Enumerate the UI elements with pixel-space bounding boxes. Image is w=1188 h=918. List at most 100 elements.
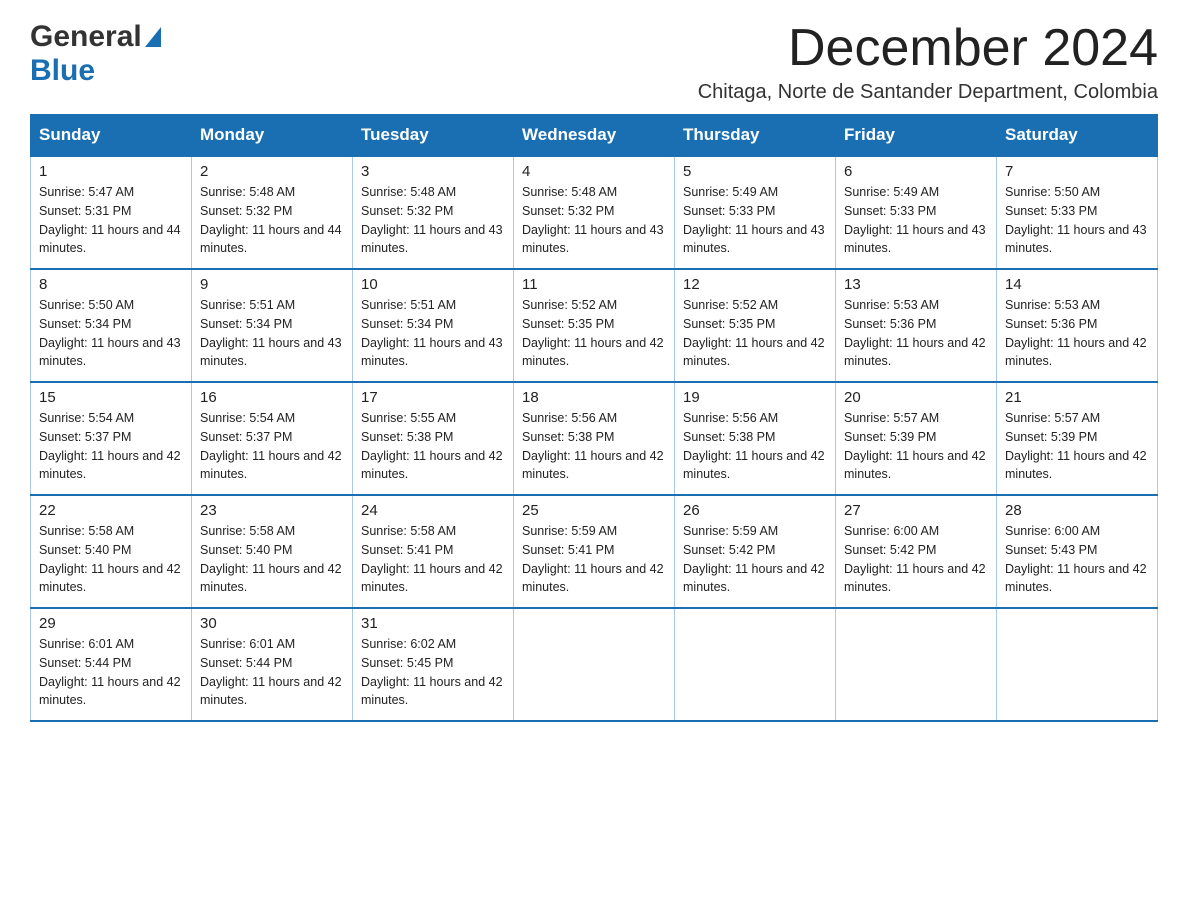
day-number: 12	[683, 276, 827, 293]
day-number: 8	[39, 276, 183, 293]
day-number: 3	[361, 163, 505, 180]
calendar-day-cell: 21 Sunrise: 5:57 AMSunset: 5:39 PMDayligh…	[997, 382, 1158, 495]
calendar-day-cell: 15 Sunrise: 5:54 AMSunset: 5:37 PMDayligh…	[31, 382, 192, 495]
calendar-day-cell: 23 Sunrise: 5:58 AMSunset: 5:40 PMDayligh…	[192, 495, 353, 608]
calendar-week-row: 29 Sunrise: 6:01 AMSunset: 5:44 PMDayligh…	[31, 608, 1158, 721]
day-info: Sunrise: 5:58 AMSunset: 5:40 PMDaylight:…	[200, 522, 344, 597]
day-number: 22	[39, 502, 183, 519]
calendar-day-cell: 8 Sunrise: 5:50 AMSunset: 5:34 PMDaylight…	[31, 269, 192, 382]
calendar-day-cell	[836, 608, 997, 721]
calendar-day-header: Sunday	[31, 115, 192, 157]
day-info: Sunrise: 5:52 AMSunset: 5:35 PMDaylight:…	[522, 296, 666, 371]
day-number: 24	[361, 502, 505, 519]
day-info: Sunrise: 5:54 AMSunset: 5:37 PMDaylight:…	[39, 409, 183, 484]
calendar-day-cell: 29 Sunrise: 6:01 AMSunset: 5:44 PMDayligh…	[31, 608, 192, 721]
day-info: Sunrise: 5:57 AMSunset: 5:39 PMDaylight:…	[1005, 409, 1149, 484]
day-info: Sunrise: 5:50 AMSunset: 5:34 PMDaylight:…	[39, 296, 183, 371]
day-number: 2	[200, 163, 344, 180]
day-number: 1	[39, 163, 183, 180]
day-info: Sunrise: 5:59 AMSunset: 5:41 PMDaylight:…	[522, 522, 666, 597]
calendar-day-cell: 26Sunrise: 5:59 AMSunset: 5:42 PMDayligh…	[675, 495, 836, 608]
day-number: 31	[361, 615, 505, 632]
calendar-day-cell: 19 Sunrise: 5:56 AMSunset: 5:38 PMDayligh…	[675, 382, 836, 495]
day-number: 9	[200, 276, 344, 293]
day-number: 4	[522, 163, 666, 180]
location-subtitle: Chitaga, Norte de Santander Department, …	[698, 81, 1158, 104]
day-info: Sunrise: 5:47 AMSunset: 5:31 PMDaylight:…	[39, 183, 183, 258]
day-number: 29	[39, 615, 183, 632]
calendar-day-header: Wednesday	[514, 115, 675, 157]
day-number: 14	[1005, 276, 1149, 293]
calendar-day-cell: 3 Sunrise: 5:48 AMSunset: 5:32 PMDaylight…	[353, 156, 514, 269]
day-number: 18	[522, 389, 666, 406]
day-info: Sunrise: 5:58 AMSunset: 5:40 PMDaylight:…	[39, 522, 183, 597]
day-number: 28	[1005, 502, 1149, 519]
calendar-week-row: 8 Sunrise: 5:50 AMSunset: 5:34 PMDaylight…	[31, 269, 1158, 382]
calendar-day-cell: 13Sunrise: 5:53 AMSunset: 5:36 PMDayligh…	[836, 269, 997, 382]
day-info: Sunrise: 6:00 AMSunset: 5:43 PMDaylight:…	[1005, 522, 1149, 597]
day-info: Sunrise: 6:00 AMSunset: 5:42 PMDaylight:…	[844, 522, 988, 597]
calendar-header-row: SundayMondayTuesdayWednesdayThursdayFrid…	[31, 115, 1158, 157]
day-number: 20	[844, 389, 988, 406]
calendar-week-row: 15 Sunrise: 5:54 AMSunset: 5:37 PMDayligh…	[31, 382, 1158, 495]
day-info: Sunrise: 5:51 AMSunset: 5:34 PMDaylight:…	[200, 296, 344, 371]
page-header: General Blue December 2024 Chitaga, Nort…	[30, 20, 1158, 104]
calendar-week-row: 22 Sunrise: 5:58 AMSunset: 5:40 PMDayligh…	[31, 495, 1158, 608]
calendar-day-cell: 30 Sunrise: 6:01 AMSunset: 5:44 PMDayligh…	[192, 608, 353, 721]
day-info: Sunrise: 5:49 AMSunset: 5:33 PMDaylight:…	[844, 183, 988, 258]
day-info: Sunrise: 6:01 AMSunset: 5:44 PMDaylight:…	[200, 635, 344, 710]
day-info: Sunrise: 5:56 AMSunset: 5:38 PMDaylight:…	[683, 409, 827, 484]
day-info: Sunrise: 5:53 AMSunset: 5:36 PMDaylight:…	[1005, 296, 1149, 371]
day-number: 5	[683, 163, 827, 180]
calendar-day-cell: 2 Sunrise: 5:48 AMSunset: 5:32 PMDaylight…	[192, 156, 353, 269]
day-info: Sunrise: 5:59 AMSunset: 5:42 PMDaylight:…	[683, 522, 827, 597]
day-info: Sunrise: 5:48 AMSunset: 5:32 PMDaylight:…	[361, 183, 505, 258]
calendar-day-cell: 9 Sunrise: 5:51 AMSunset: 5:34 PMDaylight…	[192, 269, 353, 382]
day-info: Sunrise: 5:52 AMSunset: 5:35 PMDaylight:…	[683, 296, 827, 371]
day-info: Sunrise: 5:48 AMSunset: 5:32 PMDaylight:…	[200, 183, 344, 258]
calendar-day-header: Tuesday	[353, 115, 514, 157]
calendar-day-cell: 16 Sunrise: 5:54 AMSunset: 5:37 PMDayligh…	[192, 382, 353, 495]
day-number: 30	[200, 615, 344, 632]
calendar-day-cell: 31 Sunrise: 6:02 AMSunset: 5:45 PMDayligh…	[353, 608, 514, 721]
calendar-day-cell: 1 Sunrise: 5:47 AMSunset: 5:31 PMDaylight…	[31, 156, 192, 269]
day-number: 17	[361, 389, 505, 406]
logo-arrow-icon	[145, 27, 161, 47]
calendar-day-header: Monday	[192, 115, 353, 157]
day-number: 19	[683, 389, 827, 406]
calendar-day-header: Thursday	[675, 115, 836, 157]
calendar-day-cell: 7Sunrise: 5:50 AMSunset: 5:33 PMDaylight…	[997, 156, 1158, 269]
logo-general-text: General	[30, 20, 142, 54]
day-info: Sunrise: 6:02 AMSunset: 5:45 PMDaylight:…	[361, 635, 505, 710]
day-number: 25	[522, 502, 666, 519]
day-number: 21	[1005, 389, 1149, 406]
day-number: 16	[200, 389, 344, 406]
month-title: December 2024	[698, 20, 1158, 77]
day-number: 6	[844, 163, 988, 180]
day-number: 15	[39, 389, 183, 406]
calendar-day-cell: 6 Sunrise: 5:49 AMSunset: 5:33 PMDaylight…	[836, 156, 997, 269]
day-info: Sunrise: 5:50 AMSunset: 5:33 PMDaylight:…	[1005, 183, 1149, 258]
calendar-day-cell: 20 Sunrise: 5:57 AMSunset: 5:39 PMDayligh…	[836, 382, 997, 495]
logo: General Blue	[30, 20, 161, 88]
day-number: 11	[522, 276, 666, 293]
day-info: Sunrise: 6:01 AMSunset: 5:44 PMDaylight:…	[39, 635, 183, 710]
day-number: 23	[200, 502, 344, 519]
day-info: Sunrise: 5:57 AMSunset: 5:39 PMDaylight:…	[844, 409, 988, 484]
title-section: December 2024 Chitaga, Norte de Santande…	[698, 20, 1158, 104]
day-info: Sunrise: 5:54 AMSunset: 5:37 PMDaylight:…	[200, 409, 344, 484]
calendar-table: SundayMondayTuesdayWednesdayThursdayFrid…	[30, 114, 1158, 722]
calendar-day-cell	[514, 608, 675, 721]
calendar-week-row: 1 Sunrise: 5:47 AMSunset: 5:31 PMDaylight…	[31, 156, 1158, 269]
day-info: Sunrise: 5:56 AMSunset: 5:38 PMDaylight:…	[522, 409, 666, 484]
day-info: Sunrise: 5:51 AMSunset: 5:34 PMDaylight:…	[361, 296, 505, 371]
day-info: Sunrise: 5:49 AMSunset: 5:33 PMDaylight:…	[683, 183, 827, 258]
calendar-day-cell: 18 Sunrise: 5:56 AMSunset: 5:38 PMDayligh…	[514, 382, 675, 495]
calendar-day-cell: 27Sunrise: 6:00 AMSunset: 5:42 PMDayligh…	[836, 495, 997, 608]
calendar-day-cell: 24Sunrise: 5:58 AMSunset: 5:41 PMDayligh…	[353, 495, 514, 608]
calendar-day-header: Saturday	[997, 115, 1158, 157]
day-number: 13	[844, 276, 988, 293]
calendar-day-cell: 12 Sunrise: 5:52 AMSunset: 5:35 PMDayligh…	[675, 269, 836, 382]
calendar-day-cell	[675, 608, 836, 721]
calendar-day-cell: 22 Sunrise: 5:58 AMSunset: 5:40 PMDayligh…	[31, 495, 192, 608]
